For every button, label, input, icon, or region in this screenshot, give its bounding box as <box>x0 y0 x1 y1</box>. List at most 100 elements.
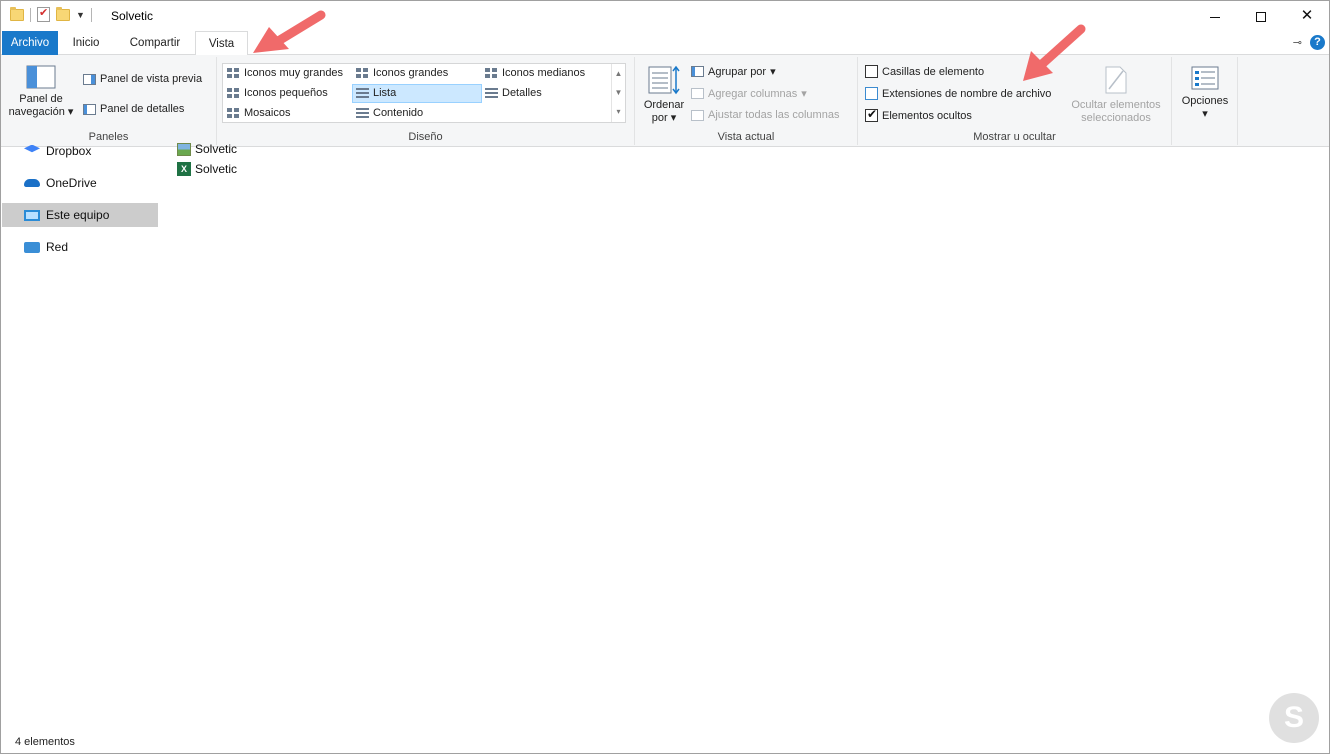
nav-item-network[interactable]: Red <box>2 235 158 259</box>
tiles-icon <box>227 107 240 119</box>
close-button[interactable]: ✕ <box>1284 1 1329 31</box>
content-icon <box>356 107 369 119</box>
layout-list[interactable]: Lista <box>356 87 396 99</box>
qat-dropdown-icon[interactable]: ▼ <box>76 10 85 20</box>
item-checkboxes-label: Casillas de elemento <box>882 65 985 78</box>
layout-gallery-scroller[interactable]: ▲ ▼ ▾ <box>611 64 625 122</box>
tab-archivo[interactable]: Archivo <box>2 31 58 55</box>
help-icon[interactable]: ? <box>1310 35 1325 50</box>
ribbon: Panel de navegación ▾ Panel de vista pre… <box>1 55 1329 147</box>
layout-gallery: Iconos muy grandes Iconos grandes Iconos… <box>222 63 626 123</box>
folder-icon <box>10 6 24 21</box>
file-extensions-toggle[interactable]: Extensiones de nombre de archivo <box>865 87 1051 100</box>
fit-columns-label: Ajustar todas las columnas <box>708 109 840 121</box>
maximize-button[interactable] <box>1238 1 1284 31</box>
add-columns-button[interactable]: Agregar columnas ▾ <box>691 87 807 100</box>
group-label-layout: Diseño <box>408 131 443 143</box>
dropdown-icon: ▾ <box>1202 108 1208 120</box>
sort-by-button[interactable]: Ordenar por ▾ <box>639 65 689 125</box>
separator <box>90 7 92 22</box>
tab-inicio[interactable]: Inicio <box>59 31 113 55</box>
tab-right-controls: ⊸ ? <box>1293 35 1325 50</box>
sort-by-label-2: por ▾ <box>651 112 677 124</box>
group-by-button[interactable]: Agrupar por ▾ <box>691 65 776 78</box>
layout-extra-large-icons[interactable]: Iconos muy grandes <box>227 67 343 79</box>
group-by-icon <box>691 66 704 77</box>
gallery-more-icon[interactable]: ▾ <box>612 102 625 121</box>
layout-small-icons[interactable]: Iconos pequeños <box>227 87 328 99</box>
sort-by-icon <box>648 65 680 95</box>
extra-large-icons-icon <box>227 67 240 79</box>
tab-vista[interactable]: Vista <box>195 31 248 56</box>
group-current-view: Ordenar por ▾ Agrupar por ▾ Agregar colum… <box>635 57 858 145</box>
image-file-icon <box>177 142 191 156</box>
layout-details[interactable]: Detalles <box>485 87 542 99</box>
nav-item-dropbox[interactable]: Dropbox <box>2 139 158 163</box>
layout-tiles[interactable]: Mosaicos <box>227 107 290 119</box>
item-checkboxes-checkbox[interactable] <box>865 65 878 78</box>
preview-pane-button[interactable]: Panel de vista previa <box>83 73 202 85</box>
network-icon <box>24 241 40 253</box>
file-extensions-checkbox[interactable] <box>865 87 878 100</box>
onedrive-icon <box>24 179 40 187</box>
details-pane-button[interactable]: Panel de detalles <box>83 103 184 115</box>
fit-columns-icon <box>691 109 704 121</box>
new-folder-icon[interactable] <box>56 6 70 21</box>
dropdown-icon: ▾ <box>801 88 807 100</box>
layout-large-icons[interactable]: Iconos grandes <box>356 67 448 79</box>
watermark-logo: S <box>1269 693 1319 743</box>
fit-columns-button[interactable]: Ajustar todas las columnas <box>691 109 839 121</box>
list-icon <box>356 87 369 99</box>
details-pane-icon <box>83 103 96 115</box>
close-icon: ✕ <box>1300 7 1314 24</box>
hidden-items-checkbox[interactable] <box>865 107 878 122</box>
hide-selected-label-2: seleccionados <box>1081 112 1151 124</box>
navigation-pane-icon <box>26 65 56 89</box>
scroll-up-icon[interactable]: ▲ <box>612 64 625 83</box>
layout-label: Mosaicos <box>244 107 291 119</box>
navigation-pane-label-1: Panel de <box>19 93 63 105</box>
scroll-down-icon[interactable]: ▼ <box>612 83 625 102</box>
file-name: Solvetic <box>195 162 238 176</box>
add-columns-label: Agregar columnas <box>708 87 798 100</box>
minimize-button[interactable] <box>1192 1 1238 31</box>
hidden-items-toggle[interactable]: Elementos ocultos <box>865 107 972 122</box>
medium-icons-icon <box>485 67 498 79</box>
list-item[interactable]: X Solvetic <box>177 162 237 176</box>
list-item[interactable]: Solvetic <box>177 142 237 156</box>
status-item-count: 4 elementos <box>15 736 75 748</box>
title-bar: ▼ Solvetic ✕ <box>1 1 1329 31</box>
annotation-arrow-vista <box>253 10 326 53</box>
layout-label: Iconos muy grandes <box>244 67 344 79</box>
navigation-pane-button[interactable]: Panel de navegación ▾ <box>5 65 77 119</box>
group-label-current-view: Vista actual <box>717 131 775 143</box>
preview-pane-label: Panel de vista previa <box>100 73 203 85</box>
window-title: Solvetic <box>111 9 154 23</box>
navigation-pane: Dropbox OneDrive Este equipo Red <box>1 144 161 727</box>
minimize-icon <box>1210 16 1220 18</box>
group-show-hide: Casillas de elemento Extensiones de nomb… <box>858 57 1172 145</box>
details-icon <box>485 87 498 99</box>
nav-item-this-pc[interactable]: Este equipo <box>2 203 158 227</box>
pc-icon <box>24 209 40 221</box>
hide-selected-icon <box>1105 66 1127 94</box>
properties-icon[interactable] <box>37 6 50 22</box>
tab-compartir[interactable]: Compartir <box>115 31 195 55</box>
hide-selected-label-1: Ocultar elementos <box>1071 99 1161 111</box>
quick-access-toolbar: ▼ <box>10 6 92 22</box>
nav-item-onedrive[interactable]: OneDrive <box>2 171 158 195</box>
sort-by-label-1: Ordenar <box>643 99 685 111</box>
layout-content[interactable]: Contenido <box>356 107 423 119</box>
group-by-label: Agrupar por <box>708 65 767 78</box>
dropdown-icon: ▾ <box>770 66 776 78</box>
options-label: Opciones <box>1181 95 1229 107</box>
hidden-items-label: Elementos ocultos <box>882 109 972 122</box>
layout-medium-icons[interactable]: Iconos medianos <box>485 67 585 79</box>
item-checkboxes-toggle[interactable]: Casillas de elemento <box>865 65 984 78</box>
layout-label: Iconos grandes <box>373 67 449 79</box>
expand-ribbon-icon[interactable]: ⊸ <box>1293 36 1302 49</box>
nav-item-label: Red <box>46 240 69 254</box>
options-button[interactable]: Opciones ▾ <box>1176 65 1234 121</box>
nav-item-label: OneDrive <box>46 176 97 190</box>
preview-pane-icon <box>83 73 96 85</box>
